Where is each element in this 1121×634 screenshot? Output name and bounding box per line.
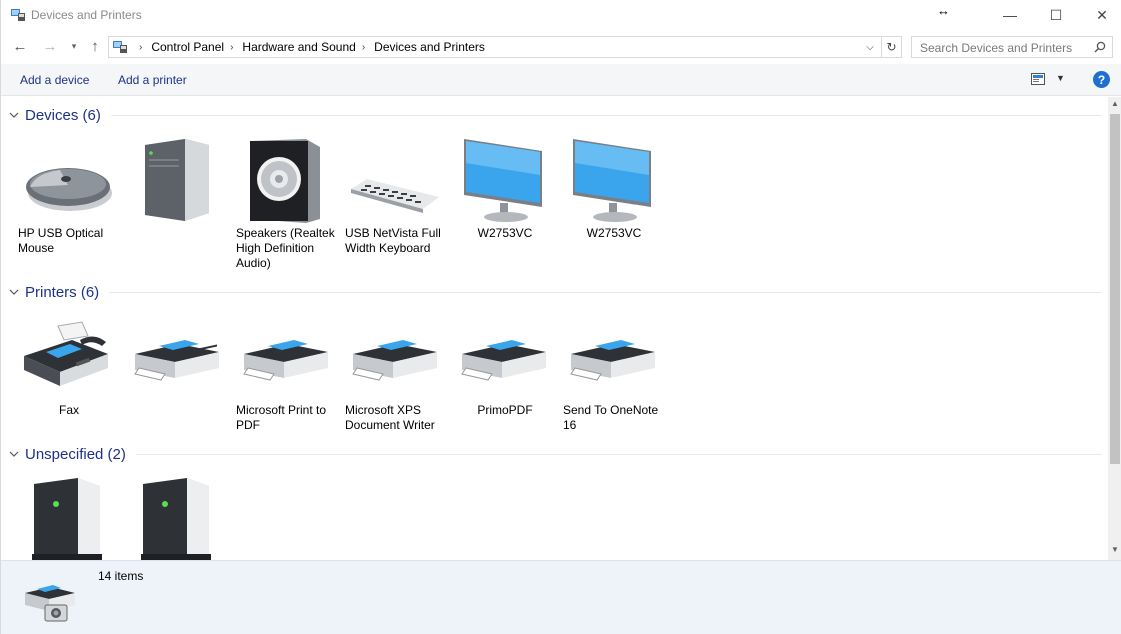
window-title: Devices and Printers xyxy=(31,8,142,22)
printer-icon xyxy=(570,340,655,381)
breadcrumb-separator[interactable]: › xyxy=(230,42,233,53)
monitor-icon xyxy=(464,139,542,222)
address-history-dropdown[interactable]: ⌵ xyxy=(861,38,879,56)
change-view-icon[interactable] xyxy=(1031,73,1045,85)
printer-item-primopdf[interactable]: PrimoPDF xyxy=(452,312,560,442)
breadcrumb-separator[interactable]: › xyxy=(139,42,142,53)
recent-locations-button[interactable]: ▾ xyxy=(65,36,83,56)
maximize-button[interactable]: ☐ xyxy=(1033,0,1079,30)
vertical-scrollbar[interactable]: ▲ ▼ xyxy=(1108,97,1121,560)
group-header-unspecified[interactable]: Unspecified (2) xyxy=(9,444,1102,464)
group-title: Unspecified (2) xyxy=(25,445,126,463)
help-button[interactable]: ? xyxy=(1093,71,1110,88)
devices-printers-app-icon xyxy=(11,9,25,21)
up-button[interactable]: ↑ xyxy=(86,36,104,56)
device-item-speakers[interactable]: Speakers (Realtek High Definition Audio) xyxy=(234,135,342,275)
group-divider xyxy=(109,291,1102,293)
unspecified-item[interactable] xyxy=(125,474,233,560)
back-button[interactable]: ← xyxy=(11,36,29,56)
printer-item[interactable] xyxy=(125,312,233,442)
search-input[interactable]: Search Devices and Printers xyxy=(911,36,1113,58)
collapse-chevron-icon[interactable] xyxy=(9,287,19,297)
control-panel-icon xyxy=(113,41,127,53)
computer-tower-icon xyxy=(145,139,209,221)
printer-label: Microsoft XPS Document Writer xyxy=(345,403,435,432)
device-label: USB NetVista Full Width Keyboard xyxy=(345,226,441,255)
group-divider xyxy=(110,114,1102,116)
printer-label: Send To OneNote 16 xyxy=(563,403,659,432)
group-header-printers[interactable]: Printers (6) xyxy=(9,282,1102,302)
keyboard-icon xyxy=(351,179,439,213)
close-button[interactable]: ✕ xyxy=(1079,0,1121,30)
device-label: Speakers (Realtek High Definition Audio) xyxy=(236,226,335,270)
devices-and-printers-window: Devices and Printers ↔ — ☐ ✕ ← → ▾ ↑ › C… xyxy=(0,0,1121,634)
device-item-monitor[interactable]: W2753VC xyxy=(452,135,560,275)
collapse-chevron-icon[interactable] xyxy=(9,110,19,120)
device-label: W2753VC xyxy=(477,226,533,240)
breadcrumb-devices-and-printers[interactable]: Devices and Printers xyxy=(374,40,485,54)
group-header-devices[interactable]: Devices (6) xyxy=(9,105,1102,125)
printer-item-microsoft-xps-document-writer[interactable]: Microsoft XPS Document Writer xyxy=(343,312,451,442)
add-device-button[interactable]: Add a device xyxy=(20,73,89,87)
printer-label: PrimoPDF xyxy=(477,403,533,417)
navigation-bar: ← → ▾ ↑ › Control Panel › Hardware and S… xyxy=(1,33,1121,61)
add-printer-button[interactable]: Add a printer xyxy=(118,73,187,87)
breadcrumb: › Control Panel › Hardware and Sound › D… xyxy=(133,40,485,54)
printer-item-send-to-onenote[interactable]: Send To OneNote 16 xyxy=(561,312,669,442)
printer-icon xyxy=(461,340,546,381)
details-pane: 14 items xyxy=(1,560,1121,634)
resize-cursor-icon: ↔ xyxy=(937,3,950,18)
breadcrumb-hardware-and-sound[interactable]: Hardware and Sound xyxy=(242,40,355,54)
device-item-computer[interactable] xyxy=(125,135,233,275)
unspecified-device-icon xyxy=(141,478,211,560)
fax-icon xyxy=(24,321,108,386)
title-bar: Devices and Printers ↔ — ☐ ✕ xyxy=(1,0,1121,30)
mouse-icon xyxy=(26,168,112,211)
printer-icon xyxy=(134,340,219,381)
forward-button[interactable]: → xyxy=(41,36,59,56)
scroll-down-arrow-icon[interactable]: ▼ xyxy=(1108,545,1121,557)
unspecified-device-icon xyxy=(32,478,102,560)
breadcrumb-control-panel[interactable]: Control Panel xyxy=(151,40,224,54)
group-title: Printers (6) xyxy=(25,283,100,301)
device-label: HP USB Optical Mouse xyxy=(18,226,104,255)
view-options-dropdown[interactable]: ▼ xyxy=(1056,73,1065,83)
minimize-button[interactable]: — xyxy=(987,0,1033,30)
printer-label: Fax xyxy=(58,403,79,417)
group-title: Devices (6) xyxy=(25,106,101,124)
group-divider xyxy=(135,453,1102,455)
item-count: 14 items xyxy=(98,569,144,583)
printer-icon xyxy=(243,340,328,381)
breadcrumb-separator[interactable]: › xyxy=(362,42,365,53)
printer-icon xyxy=(352,340,437,381)
refresh-button[interactable]: ↻ xyxy=(881,37,901,57)
devices-and-printers-icon xyxy=(25,585,75,622)
scroll-up-arrow-icon[interactable]: ▲ xyxy=(1108,99,1121,111)
device-item-monitor[interactable]: W2753VC xyxy=(561,135,669,275)
device-item-mouse[interactable]: HP USB Optical Mouse xyxy=(16,135,124,275)
search-icon[interactable] xyxy=(1094,41,1106,53)
printer-item-fax[interactable]: Fax xyxy=(16,312,124,442)
printer-label: Microsoft Print to PDF xyxy=(236,403,327,432)
monitor-icon xyxy=(573,139,651,222)
device-list-view: Devices (6) HP USB Optical Mouse Speaker… xyxy=(1,97,1108,560)
address-bar[interactable]: › Control Panel › Hardware and Sound › D… xyxy=(108,36,902,58)
printer-item-microsoft-print-to-pdf[interactable]: Microsoft Print to PDF xyxy=(234,312,342,442)
unspecified-item[interactable] xyxy=(16,474,124,560)
scroll-thumb[interactable] xyxy=(1110,114,1120,464)
collapse-chevron-icon[interactable] xyxy=(9,449,19,459)
search-placeholder: Search Devices and Printers xyxy=(920,41,1073,55)
command-bar: Add a device Add a printer ▼ ? xyxy=(1,64,1121,96)
device-item-keyboard[interactable]: USB NetVista Full Width Keyboard xyxy=(343,135,451,275)
device-label: W2753VC xyxy=(586,226,642,240)
speaker-icon xyxy=(250,139,320,223)
